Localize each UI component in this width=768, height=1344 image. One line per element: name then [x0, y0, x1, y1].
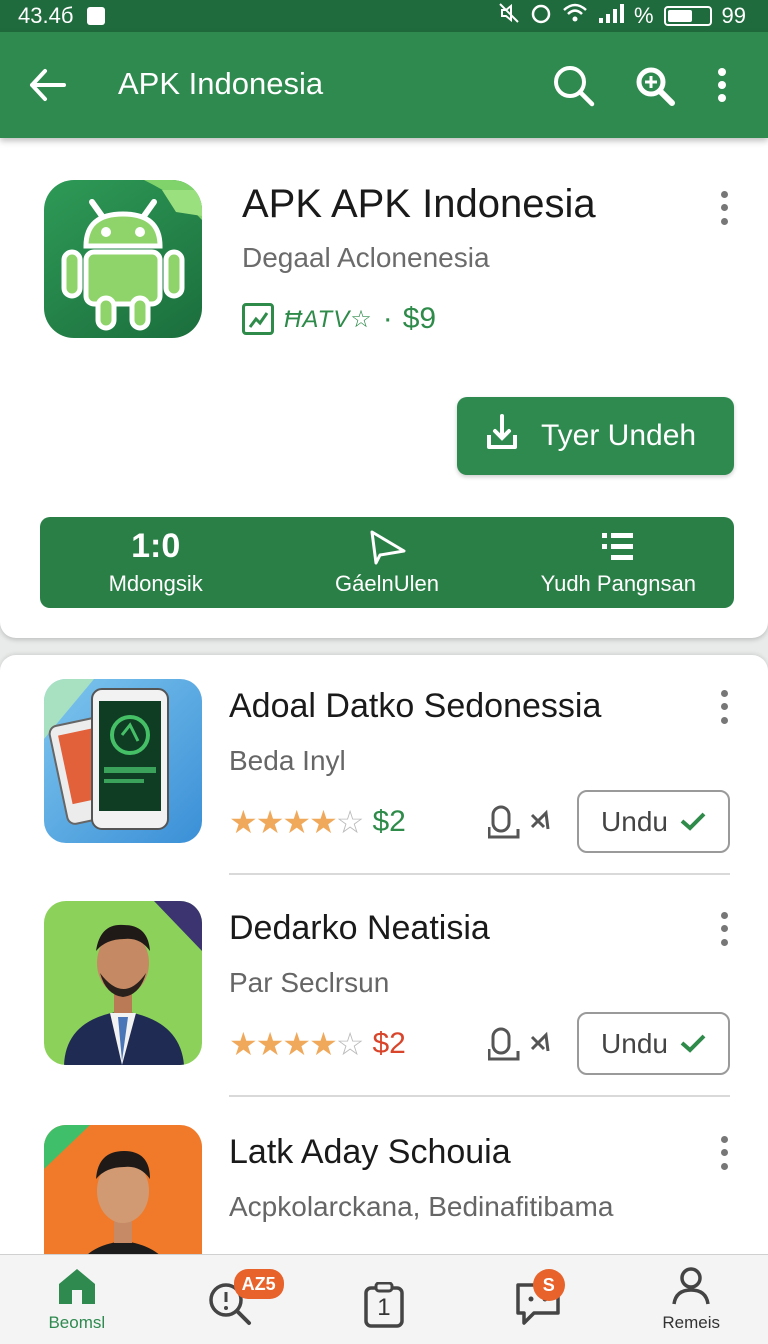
mute-icon: [498, 2, 520, 30]
download-label: Undu: [601, 805, 668, 837]
star-rating: ★★★★☆: [229, 1025, 365, 1063]
star-full-icon: ★: [309, 804, 338, 840]
trending-icon: [242, 303, 274, 335]
rating-separator: ·: [382, 302, 393, 335]
check-icon: [680, 1028, 706, 1060]
list-item[interactable]: Dedarko Neatisia Par Seclrsun ★★★★☆ $2 U…: [0, 877, 768, 1097]
status-time: 43.4б: [18, 3, 74, 28]
star-empty-icon: ☆: [335, 1026, 365, 1062]
search-icon[interactable]: [546, 56, 600, 114]
star-full-icon: ★: [282, 1026, 311, 1062]
rating-text: ĦATV☆: [284, 305, 373, 333]
divider: [229, 1095, 730, 1097]
star-empty-icon: ☆: [335, 804, 365, 840]
status-bar: 43.4б % 99: [0, 0, 768, 32]
battery-percent: %: [633, 3, 654, 28]
item-name: Latk Aday Schouia: [229, 1133, 511, 1171]
divider: [229, 873, 730, 875]
item-more-menu-icon[interactable]: [714, 909, 734, 949]
item-size: $2: [372, 1027, 406, 1060]
star-full-icon: ★: [282, 804, 311, 840]
item-developer: Acpkolarckana, Bedinafitibama: [229, 1191, 614, 1222]
nav-profile[interactable]: Remeis: [614, 1255, 768, 1344]
notification-badge: AZ5: [233, 1269, 284, 1299]
app-bar-title: APK Indonesia: [118, 66, 324, 101]
app-detail-card: APK APK Indonesia Deɡaal Aclonenesia ĦAT…: [0, 138, 768, 638]
android-app-icon: [44, 180, 202, 338]
share-icon[interactable]: [488, 801, 554, 845]
install-label: Tyer Undeh: [541, 419, 697, 452]
app-list: Adoal Datko Sedonessia Beda Inyl ★★★★☆ $…: [0, 655, 768, 1275]
wifi-icon: [562, 2, 588, 30]
list-item[interactable]: Adoal Datko Sedonessia Beda Inyl ★★★★☆ $…: [0, 655, 768, 875]
nav-label: Remeis: [662, 1313, 720, 1332]
stat-downloads[interactable]: 1:0 Mdongsik: [40, 517, 271, 608]
home-icon: [55, 1266, 99, 1311]
overflow-menu-icon[interactable]: [698, 56, 746, 114]
stat-label: Mdongsik: [108, 570, 203, 596]
install-button[interactable]: Tyer Undeh: [457, 397, 734, 475]
rating-row: ĦATV☆ · $9: [242, 302, 436, 336]
item-rating: ★★★★☆ $2: [229, 803, 406, 841]
signal-icon: [598, 2, 624, 30]
list-icon: [600, 529, 636, 565]
item-more-menu-icon[interactable]: [714, 1133, 734, 1173]
nav-search[interactable]: AZ5: [154, 1255, 308, 1344]
back-arrow-icon[interactable]: [24, 58, 72, 112]
item-name: Adoal Datko Sedonessia: [229, 687, 602, 725]
star-full-icon: ★: [229, 1026, 258, 1062]
item-rating: ★★★★☆ $2: [229, 1025, 406, 1063]
item-more-menu-icon[interactable]: [714, 687, 734, 727]
battery-icon: [663, 6, 712, 26]
stat-label: GáelnUlen: [335, 570, 439, 596]
chat-badge: S: [532, 1269, 565, 1301]
status-right-text: 99: [721, 3, 746, 28]
item-size: $2: [372, 805, 406, 838]
item-developer: Beda Inyl: [229, 745, 346, 776]
alarm-icon: [530, 2, 552, 30]
check-icon: [680, 806, 706, 838]
clipboard-icon: 1: [363, 1281, 405, 1328]
nav-home[interactable]: Beomsl: [0, 1255, 154, 1344]
star-full-icon: ★: [255, 804, 285, 840]
stat-gallery[interactable]: GáelnUlen: [271, 517, 502, 608]
phones-app-icon: [44, 679, 202, 843]
item-name: Dedarko Neatisia: [229, 909, 490, 947]
star-full-icon: ★: [309, 1026, 338, 1062]
search-filter-icon[interactable]: [627, 56, 681, 114]
man-in-suit-icon: [44, 901, 202, 1065]
share-icon[interactable]: [488, 1023, 554, 1067]
download-label: Undu: [601, 1027, 668, 1059]
clipboard-number: 1: [377, 1293, 391, 1321]
star-full-icon: ★: [229, 804, 258, 840]
download-button[interactable]: Undu: [577, 1012, 730, 1075]
download-icon: [485, 413, 519, 459]
stat-value: 1:0: [131, 527, 181, 565]
app-name: APK APK Indonesia: [242, 182, 596, 226]
stats-bar: 1:0 Mdongsik GáelnUlen Yudh Pangnsan: [40, 517, 734, 608]
bottom-navigation: Beomsl AZ5 1 S Remeis: [0, 1254, 768, 1344]
nav-clipboard[interactable]: 1: [307, 1255, 461, 1344]
star-full-icon: ★: [255, 1026, 285, 1062]
notification-icon: [87, 7, 106, 25]
developer-name[interactable]: Deɡaal Aclonenesia: [242, 242, 490, 274]
stat-label: Yudh Pangnsan: [540, 570, 696, 596]
profile-icon: [671, 1266, 711, 1311]
list-item[interactable]: Latk Aday Schouia Acpkolarckana, Bedinaf…: [0, 1101, 768, 1275]
download-button[interactable]: Undu: [577, 790, 730, 853]
star-rating: ★★★★☆: [229, 803, 365, 841]
app-more-menu-icon[interactable]: [714, 188, 734, 228]
app-size: $9: [402, 302, 437, 335]
man-portrait-icon: [44, 1125, 202, 1275]
nav-chat[interactable]: S: [461, 1255, 615, 1344]
nav-label: Beomsl: [48, 1313, 106, 1332]
stat-list[interactable]: Yudh Pangnsan: [503, 517, 734, 608]
app-bar: APK Indonesia: [0, 32, 768, 138]
item-developer: Par Seclrsun: [229, 967, 390, 998]
send-icon: [366, 529, 408, 565]
